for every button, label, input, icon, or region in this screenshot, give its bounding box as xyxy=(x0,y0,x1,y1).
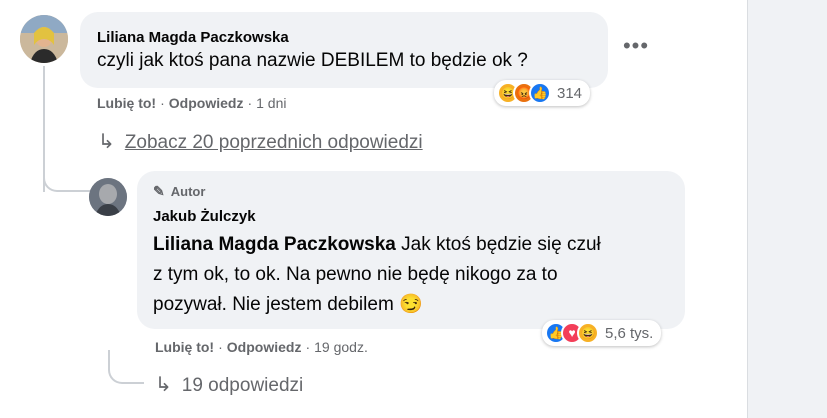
reaction-summary[interactable]: 😆 😡 👍 314 xyxy=(494,80,591,106)
like-icon: 👍 xyxy=(529,82,551,104)
reply-arrow-icon: ↳ xyxy=(155,374,172,396)
comment-time[interactable]: 19 godz. xyxy=(314,339,368,355)
comment-author[interactable]: Jakub Żulczyk xyxy=(153,208,256,225)
reaction-count: 5,6 tys. xyxy=(605,324,654,342)
comment-author[interactable]: Liliana Magda Paczkowska xyxy=(97,29,289,46)
comment-text: czyli jak ktoś pana nazwie DEBILEM to bę… xyxy=(97,50,528,71)
avatar[interactable] xyxy=(89,178,127,216)
view-replies-label[interactable]: 19 odpowiedzi xyxy=(182,375,303,396)
avatar[interactable] xyxy=(20,15,68,63)
comment-time[interactable]: 1 dni xyxy=(256,95,286,111)
comment-actions: Lubię to! · Odpowiedz · 1 dni xyxy=(97,95,287,111)
view-previous-replies[interactable]: ↳ Zobacz 20 poprzednich odpowiedzi xyxy=(98,129,423,154)
comment-actions: Lubię to! · Odpowiedz · 19 godz. xyxy=(155,339,368,355)
comment-text-line: z tym ok, to ok. Na pewno nie będę nikog… xyxy=(153,264,558,285)
reaction-summary[interactable]: 👍 ♥ 😆 5,6 tys. xyxy=(542,320,662,346)
reply-arrow-icon: ↳ xyxy=(98,131,115,153)
reply-button[interactable]: Odpowiedz xyxy=(169,95,244,111)
comment-text-line: pozywał. Nie jestem debilem 😏 xyxy=(153,294,423,315)
thread-connector-replies xyxy=(108,350,144,384)
comment-text: Liliana Magda Paczkowska Jak ktoś będzie… xyxy=(153,234,601,255)
smirk-emoji-icon: 😏 xyxy=(399,294,423,315)
view-replies[interactable]: ↳ 19 odpowiedzi xyxy=(155,372,303,397)
like-button[interactable]: Lubię to! xyxy=(97,95,156,111)
like-button[interactable]: Lubię to! xyxy=(155,339,214,355)
view-previous-replies-link[interactable]: Zobacz 20 poprzednich odpowiedzi xyxy=(125,132,423,153)
more-options-icon: ••• xyxy=(622,33,650,58)
avatar-image xyxy=(20,15,68,63)
mention-link[interactable]: Liliana Magda Paczkowska xyxy=(153,234,396,255)
more-options-button[interactable]: ••• xyxy=(622,33,650,58)
thread-connector xyxy=(43,160,93,192)
avatar-image xyxy=(89,178,127,216)
reply-button[interactable]: Odpowiedz xyxy=(227,339,302,355)
right-panel xyxy=(748,0,827,418)
author-badge: ✎ Autor xyxy=(153,183,205,200)
haha-icon: 😆 xyxy=(577,322,599,344)
pencil-icon: ✎ xyxy=(153,183,165,199)
reaction-count: 314 xyxy=(557,84,583,102)
author-badge-label: Autor xyxy=(170,184,206,199)
comment-bubble: Liliana Magda Paczkowska czyli jak ktoś … xyxy=(80,12,608,88)
